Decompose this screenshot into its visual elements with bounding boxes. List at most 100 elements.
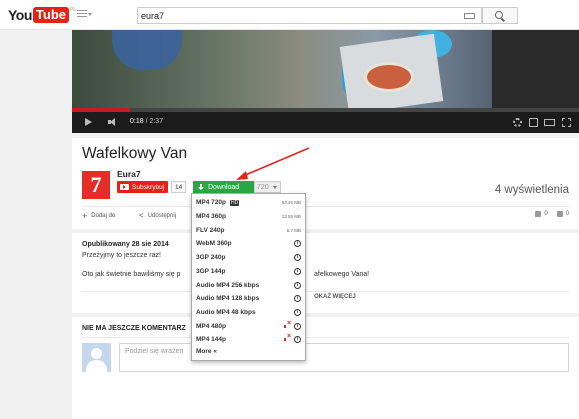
current-time: 0:18 bbox=[130, 118, 144, 125]
download-format-item[interactable]: MP4 480p i bbox=[192, 319, 305, 333]
description-line-1: Przeżyjmy to jeszcze raz! bbox=[82, 252, 161, 259]
add-to-label: Dodaj do bbox=[91, 213, 116, 219]
channel-avatar[interactable]: 7 bbox=[82, 171, 110, 199]
muted-audio-icon bbox=[284, 333, 292, 343]
info-icon[interactable]: i bbox=[294, 295, 301, 303]
settings-gear-icon[interactable] bbox=[513, 118, 522, 127]
download-format-item[interactable]: MP4 360p 13.55 MB bbox=[192, 210, 305, 224]
muted-audio-icon bbox=[284, 320, 292, 330]
download-format-item[interactable]: MP4 720p HD 53.45 MB bbox=[192, 196, 305, 210]
video-scene-dark bbox=[492, 30, 579, 108]
info-icon[interactable]: i bbox=[294, 254, 301, 262]
download-format-label: 3GP 144p bbox=[196, 267, 226, 275]
info-icon[interactable]: i bbox=[294, 240, 301, 248]
search-button[interactable] bbox=[482, 7, 518, 24]
subscribe-label: Subskrybuj bbox=[132, 183, 165, 191]
description-line-2-start: Oto jak świetnie bawiliśmy się p bbox=[82, 271, 181, 278]
play-icon[interactable] bbox=[85, 118, 92, 126]
video-title: Wafelkowy Van bbox=[82, 145, 188, 162]
info-icon[interactable]: i bbox=[294, 281, 301, 289]
download-format-label: FLV 240p bbox=[196, 226, 225, 234]
description-panel: Opublikowany 28 sie 2014 Przeżyjmy to je… bbox=[72, 233, 579, 313]
download-arrow-icon bbox=[198, 183, 204, 191]
user-avatar bbox=[82, 343, 111, 372]
logo-tube-text: Tube bbox=[32, 7, 69, 23]
divider bbox=[82, 291, 569, 292]
subscriber-count: 14 bbox=[171, 181, 187, 193]
download-format-label: MP4 360p bbox=[196, 213, 226, 221]
plus-icon: + bbox=[82, 211, 88, 221]
download-format-item[interactable]: Audio MP4 128 kbps i bbox=[192, 292, 305, 306]
search-icon bbox=[495, 10, 503, 19]
view-count: 4 wyświetlenia bbox=[494, 184, 569, 196]
add-to-button[interactable]: + Dodaj do bbox=[82, 211, 115, 221]
download-format-label: MP4 720p bbox=[196, 199, 226, 207]
download-format-item[interactable]: 3GP 144p i bbox=[192, 265, 305, 279]
file-size: 53.45 MB bbox=[281, 200, 301, 206]
action-row: + Dodaj do < Udostępnij 0 0 bbox=[82, 206, 569, 221]
fullscreen-icon[interactable] bbox=[562, 118, 571, 127]
info-icon[interactable]: i bbox=[294, 308, 301, 316]
share-icon: < bbox=[139, 211, 144, 220]
download-label: Download bbox=[208, 183, 240, 191]
info-icon[interactable]: i bbox=[294, 267, 301, 275]
masthead: You Tube PL bbox=[0, 0, 579, 30]
youtube-play-icon bbox=[120, 184, 129, 190]
share-label: Udostępnij bbox=[147, 212, 177, 219]
subscribe-button[interactable]: Subskrybuj bbox=[117, 181, 169, 193]
keyboard-icon[interactable] bbox=[464, 13, 475, 19]
like-dislike: 0 0 bbox=[535, 211, 569, 217]
video-scene-balloon bbox=[112, 30, 182, 70]
show-more-button[interactable]: OKAŻ WIĘCEJ bbox=[314, 294, 356, 300]
download-format-item[interactable]: Audio MP4 256 kbps i bbox=[192, 278, 305, 292]
quality-value: 720 bbox=[257, 183, 269, 191]
download-format-item[interactable]: 3GP 240p i bbox=[192, 251, 305, 265]
download-format-label: Audio MP4 128 kbps bbox=[196, 295, 260, 303]
more-formats-link[interactable]: More « bbox=[196, 348, 217, 355]
info-icon[interactable]: i bbox=[294, 322, 301, 330]
comment-input[interactable]: Podziel się wrażen bbox=[119, 343, 569, 372]
logo-region-text: PL bbox=[70, 7, 77, 13]
guide-menu-icon[interactable] bbox=[77, 10, 87, 18]
download-format-label: Audio MP4 256 kbps bbox=[196, 281, 260, 289]
video-scene-wafer bbox=[364, 62, 414, 92]
volume-icon[interactable] bbox=[108, 118, 118, 127]
download-format-item[interactable]: MP4 144p i bbox=[192, 333, 305, 347]
player-controls: 0:18 / 2:37 bbox=[72, 112, 579, 133]
description-line-2-end: afelkowego Vana! bbox=[314, 271, 370, 278]
search-input[interactable] bbox=[141, 8, 461, 23]
channel-name[interactable]: Eura7 bbox=[117, 169, 141, 179]
subtitles-icon[interactable] bbox=[529, 118, 538, 127]
hd-badge: HD bbox=[230, 199, 240, 206]
info-icon[interactable]: i bbox=[294, 336, 301, 344]
left-guide-area bbox=[0, 30, 72, 419]
timecode: 0:18 / 2:37 bbox=[130, 118, 164, 125]
youtube-logo[interactable]: You Tube PL bbox=[8, 7, 76, 23]
divider bbox=[82, 337, 569, 338]
download-format-label: MP4 144p bbox=[196, 336, 226, 344]
channel-avatar-glyph: 7 bbox=[90, 172, 102, 197]
download-format-item[interactable]: WebM 360p i bbox=[192, 237, 305, 251]
download-format-item[interactable]: Audio MP4 48 kbps i bbox=[192, 306, 305, 320]
video-player[interactable]: 0:18 / 2:37 bbox=[72, 30, 579, 133]
thumbs-up-icon[interactable] bbox=[535, 211, 542, 217]
download-dropdown: MP4 720p HD 53.45 MB MP4 360p 13.55 MB FLV 24… bbox=[191, 193, 306, 361]
quality-select[interactable]: 720 bbox=[254, 181, 281, 193]
comments-heading: NIE MA JESZCZE KOMENTARZ bbox=[82, 325, 186, 332]
like-count: 0 bbox=[544, 211, 548, 217]
video-info-panel: Wafelkowy Van 7 Eura7 Subskrybuj 14 Down… bbox=[72, 138, 579, 229]
thumbs-down-icon[interactable] bbox=[556, 211, 563, 217]
theater-mode-icon[interactable] bbox=[544, 119, 555, 126]
download-button[interactable]: Download bbox=[193, 181, 254, 193]
chevron-down-icon[interactable] bbox=[88, 13, 92, 16]
comments-panel: NIE MA JESZCZE KOMENTARZ Podziel się wra… bbox=[72, 317, 579, 419]
file-size: 13.55 MB bbox=[281, 214, 301, 220]
share-button[interactable]: < Udostępnij bbox=[139, 211, 176, 220]
dislike-count: 0 bbox=[565, 211, 569, 217]
download-format-item[interactable]: FLV 240p 6.7 MB bbox=[192, 223, 305, 237]
download-format-label: WebM 360p bbox=[196, 240, 232, 248]
download-format-label: MP4 480p bbox=[196, 322, 226, 330]
video-frame[interactable] bbox=[72, 30, 579, 115]
publish-date: Opublikowany 28 sie 2014 bbox=[82, 241, 169, 248]
download-format-label: Audio MP4 48 kbps bbox=[196, 308, 256, 316]
